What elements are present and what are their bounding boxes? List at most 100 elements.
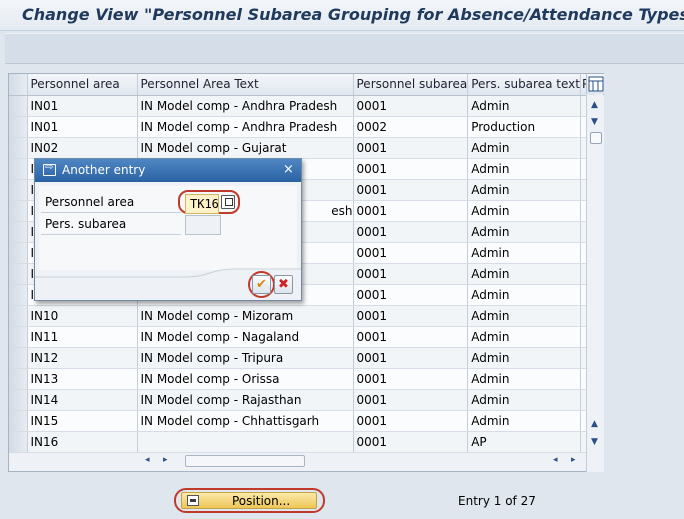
select-all-cell[interactable] xyxy=(9,74,28,96)
table-row[interactable]: IN15 IN Model comp - Chhattisgarh 0001 Admi… xyxy=(9,410,595,432)
subarea-cell: 0001 xyxy=(353,221,469,243)
row-selector[interactable] xyxy=(9,305,28,327)
close-icon[interactable]: × xyxy=(283,162,294,177)
page-title: Change View "Personnel Subarea Grouping … xyxy=(22,5,684,24)
subarea-cell: 0001 xyxy=(353,305,469,327)
subarea-text-cell: Admin xyxy=(467,389,581,411)
personnel-area-cell: IN10 xyxy=(27,305,138,327)
personnel-area-cell: IN12 xyxy=(27,347,138,369)
scroll-far-right-icon[interactable]: ▸ xyxy=(571,455,576,465)
subarea-text-cell: Admin xyxy=(467,284,581,306)
subarea-text-cell: Admin xyxy=(467,221,581,243)
scroll-right-icon[interactable]: ▸ xyxy=(163,455,168,465)
row-selector[interactable] xyxy=(9,389,28,411)
row-selector[interactable] xyxy=(9,368,28,390)
toolbar xyxy=(5,33,684,64)
personnel-area-cell: IN16 xyxy=(27,431,138,453)
row-selector[interactable] xyxy=(9,95,28,117)
scroll-left-icon[interactable]: ◂ xyxy=(145,455,150,465)
subarea-text-cell: Production xyxy=(467,116,581,138)
personnel-area-cell: IN02 xyxy=(27,137,138,159)
subarea-text-cell: Admin xyxy=(467,263,581,285)
subarea-cell: 0001 xyxy=(353,137,469,159)
area-text-cell: IN Model comp - Mizoram xyxy=(137,305,354,327)
scroll-thumb[interactable] xyxy=(590,132,602,144)
row-selector[interactable] xyxy=(9,263,28,285)
area-text-cell xyxy=(137,431,354,453)
table-row[interactable]: IN14 IN Model comp - Rajasthan 0001 Admin xyxy=(9,389,595,411)
subarea-cell: 0002 xyxy=(353,116,469,138)
table-row[interactable]: IN10 IN Model comp - Mizoram 0001 Admin xyxy=(9,305,595,327)
row-selector[interactable] xyxy=(9,242,28,264)
pers-subarea-label: Pers. subarea xyxy=(41,215,181,235)
area-text-cell: IN Model comp - Orissa xyxy=(137,368,354,390)
row-selector[interactable] xyxy=(9,431,28,453)
subarea-cell: 0001 xyxy=(353,263,469,285)
table-row[interactable]: IN13 IN Model comp - Orissa 0001 Admin xyxy=(9,368,595,390)
column-header[interactable]: Personnel area xyxy=(27,74,138,96)
subarea-text-cell: Admin xyxy=(467,368,581,390)
area-text-cell: IN Model comp - Andhra Pradesh xyxy=(137,95,354,117)
row-selector[interactable] xyxy=(9,347,28,369)
table-settings-icon[interactable] xyxy=(586,74,604,94)
subarea-cell: 0001 xyxy=(353,410,469,432)
personnel-area-cell: IN11 xyxy=(27,326,138,348)
subarea-cell: 0001 xyxy=(353,389,469,411)
personnel-area-cell: IN15 xyxy=(27,410,138,432)
subarea-text-cell: Admin xyxy=(467,242,581,264)
personnel-area-cell: IN01 xyxy=(27,116,138,138)
personnel-area-input[interactable]: TK16 xyxy=(185,194,219,214)
scroll-page-down-icon[interactable]: ▼ xyxy=(591,437,598,447)
personnel-area-cell: IN01 xyxy=(27,95,138,117)
cancel-button[interactable]: ✖ xyxy=(274,275,293,294)
table-row[interactable]: IN02 IN Model comp - Gujarat 0001 Admin xyxy=(9,137,595,159)
subarea-text-cell: Admin xyxy=(467,326,581,348)
title-bar: Change View "Personnel Subarea Grouping … xyxy=(0,0,684,31)
area-text-cell: IN Model comp - Rajasthan xyxy=(137,389,354,411)
subarea-cell: 0001 xyxy=(353,326,469,348)
subarea-text-cell: Admin xyxy=(467,158,581,180)
horizontal-scrollbar[interactable]: ◂ ▸ ◂ ▸ xyxy=(145,452,586,472)
row-selector[interactable] xyxy=(9,179,28,201)
table-row[interactable]: IN11 IN Model comp - Nagaland 0001 Admin xyxy=(9,326,595,348)
subarea-text-cell: Admin xyxy=(467,305,581,327)
area-text-cell: IN Model comp - Andhra Pradesh xyxy=(137,116,354,138)
value-help-icon[interactable] xyxy=(221,195,235,209)
subarea-text-cell: Admin xyxy=(467,179,581,201)
area-text-cell: IN Model comp - Nagaland xyxy=(137,326,354,348)
ok-button[interactable]: ✔ xyxy=(252,275,271,294)
scroll-up-icon[interactable]: ▲ xyxy=(591,100,598,110)
row-selector[interactable] xyxy=(9,284,28,306)
position-button[interactable]: Position... xyxy=(174,488,325,513)
vertical-scrollbar[interactable]: ▲ ▼ ▲ ▼ xyxy=(586,95,604,472)
table-row[interactable]: IN01 IN Model comp - Andhra Pradesh 0002 Pr… xyxy=(9,116,595,138)
table-row[interactable]: IN12 IN Model comp - Tripura 0001 Admin xyxy=(9,347,595,369)
personnel-area-label: Personnel area xyxy=(41,193,181,213)
scroll-far-left-icon[interactable]: ◂ xyxy=(553,455,558,465)
area-text-cell: IN Model comp - Tripura xyxy=(137,347,354,369)
subarea-cell: 0001 xyxy=(353,242,469,264)
position-icon xyxy=(187,495,199,506)
column-header[interactable]: Pers. subarea text xyxy=(467,74,581,96)
pers-subarea-input[interactable] xyxy=(185,215,221,235)
row-selector[interactable] xyxy=(9,200,28,222)
row-selector[interactable] xyxy=(9,326,28,348)
column-header[interactable]: Personnel subarea xyxy=(353,74,469,96)
row-selector[interactable] xyxy=(9,410,28,432)
row-selector[interactable] xyxy=(9,116,28,138)
table-row[interactable]: IN16 0001 AP xyxy=(9,431,595,453)
row-selector[interactable] xyxy=(9,137,28,159)
another-entry-dialog: Another entry × Personnel area Pers. sub… xyxy=(34,158,302,301)
subarea-cell: 0001 xyxy=(353,284,469,306)
personnel-area-cell: IN14 xyxy=(27,389,138,411)
subarea-text-cell: Admin xyxy=(467,347,581,369)
scroll-down-icon[interactable]: ▼ xyxy=(591,117,598,127)
table-row[interactable]: IN01 IN Model comp - Andhra Pradesh 0001 Ad… xyxy=(9,95,595,117)
column-header[interactable]: Personnel Area Text xyxy=(137,74,354,96)
subarea-text-cell: Admin xyxy=(467,200,581,222)
subarea-text-cell: Admin xyxy=(467,137,581,159)
scroll-page-up-icon[interactable]: ▲ xyxy=(591,419,598,429)
row-selector[interactable] xyxy=(9,221,28,243)
row-selector[interactable] xyxy=(9,158,28,180)
h-scroll-thumb[interactable] xyxy=(185,455,305,467)
